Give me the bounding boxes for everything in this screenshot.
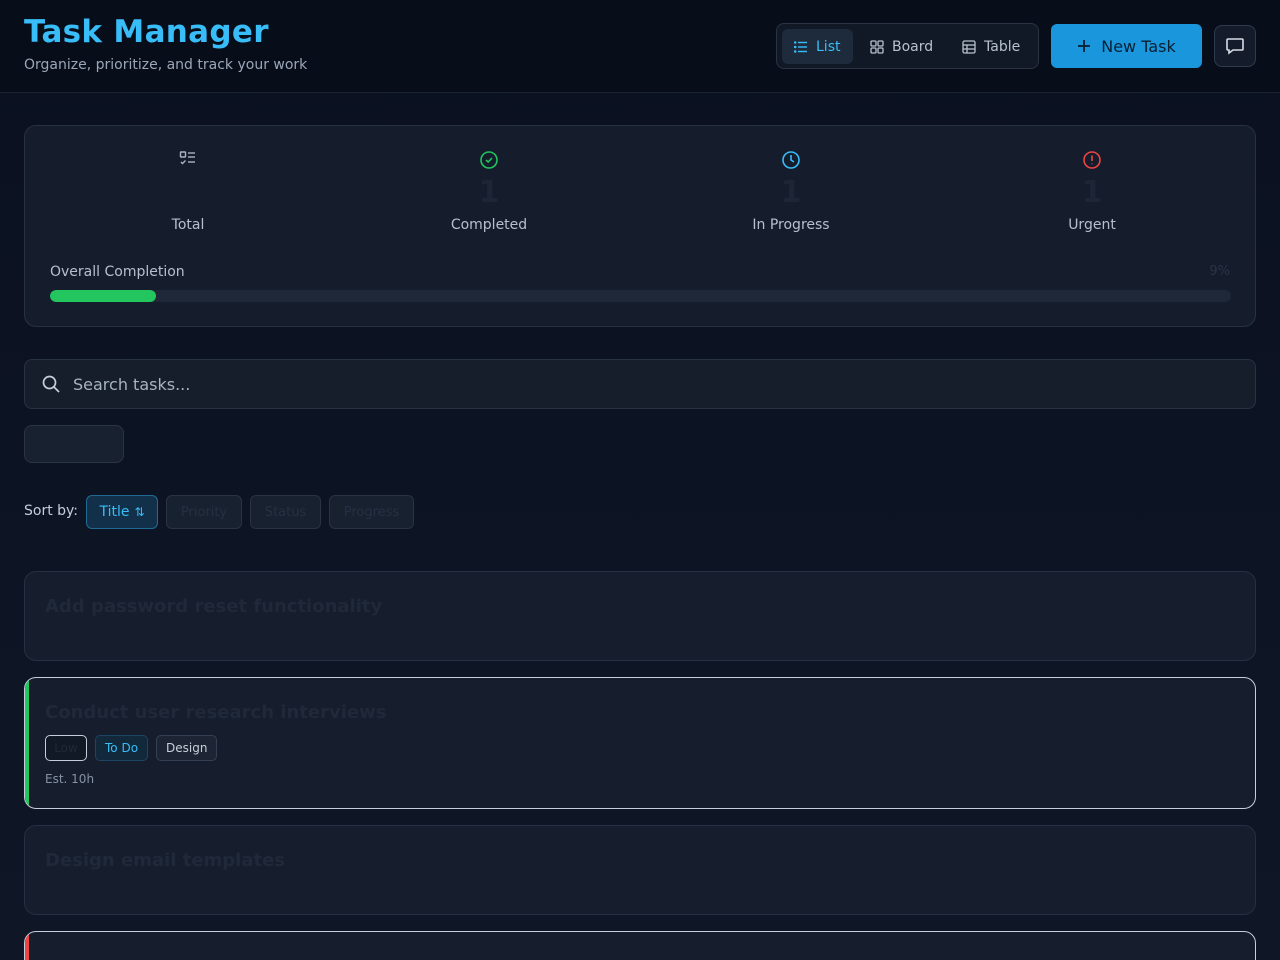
task-title: Add password reset functionality — [45, 596, 383, 617]
stat-urgent-value: 1 — [1081, 175, 1103, 210]
page-title: Task Manager — [24, 14, 269, 50]
task-title: Design email templates — [45, 850, 286, 871]
stat-in-progress: 1 In Progress — [691, 150, 891, 233]
search-input[interactable] — [73, 374, 1173, 394]
alert-circle-icon — [1083, 151, 1101, 169]
page-subtitle: Organize, prioritize, and track your wor… — [24, 57, 308, 73]
new-task-label: New Task — [1101, 36, 1176, 56]
category-badge: Design — [156, 735, 218, 761]
task-accent-bar — [25, 932, 29, 960]
new-task-button[interactable]: New Task — [1051, 24, 1202, 68]
task-title: Conduct user research interviews — [45, 702, 387, 723]
sort-title-button[interactable]: Title ⇅ — [86, 495, 158, 529]
view-board-label: Board — [892, 38, 934, 55]
header: Task Manager Organize, prioritize, and t… — [0, 0, 1280, 93]
task-card[interactable]: Conduct user research interviews Low To … — [24, 677, 1256, 809]
checklist-icon — [179, 151, 195, 165]
stat-completed-label: Completed — [450, 217, 528, 233]
task-manager-app: Task Manager Organize, prioritize, and t… — [0, 0, 1280, 960]
chat-icon — [1226, 38, 1244, 55]
view-switcher: List Board Table — [776, 23, 1039, 69]
stat-completed-value: 1 — [478, 175, 500, 210]
sort-arrows-icon: ⇅ — [134, 505, 145, 519]
task-card[interactable]: Add password reset functionality — [24, 571, 1256, 661]
view-list-button[interactable]: List — [782, 29, 853, 64]
task-accent-bar — [25, 678, 29, 808]
sort-label: Sort by: — [24, 503, 79, 519]
overall-completion-percent: 9% — [1209, 264, 1230, 279]
table-icon — [962, 39, 976, 54]
stat-in-progress-label: In Progress — [752, 217, 830, 233]
sort-progress-button[interactable]: Progress — [329, 495, 414, 529]
search-bar — [24, 359, 1256, 409]
check-circle-icon — [480, 151, 498, 169]
task-card[interactable]: Design email templates — [24, 825, 1256, 915]
chat-button[interactable] — [1214, 25, 1256, 67]
stat-total: Total — [88, 150, 288, 233]
view-table-label: Table — [984, 38, 1021, 55]
stat-total-label: Total — [171, 217, 205, 233]
stat-in-progress-value: 1 — [780, 175, 802, 210]
grid-icon — [870, 39, 884, 54]
filter-button[interactable] — [24, 425, 124, 463]
list-icon — [794, 40, 807, 53]
overall-completion-label: Overall Completion — [50, 264, 185, 280]
view-table-button[interactable]: Table — [950, 29, 1034, 64]
view-list-label: List — [816, 38, 841, 55]
stat-urgent: 1 Urgent — [992, 150, 1192, 233]
sort-title-label: Title — [99, 504, 130, 520]
task-estimate: Est. 10h — [45, 772, 95, 786]
priority-badge: Low — [45, 735, 87, 761]
overall-progress-fill — [50, 290, 157, 302]
stats-panel: Total 1 Completed 1 In Progress 1 Urgent… — [24, 125, 1256, 327]
stat-completed: 1 Completed — [389, 150, 589, 233]
sort-status-button[interactable]: Status — [250, 495, 321, 529]
clock-icon — [782, 151, 800, 169]
overall-progress-bar — [50, 290, 1231, 302]
status-badge: To Do — [95, 735, 149, 761]
stat-urgent-label: Urgent — [1068, 217, 1116, 233]
plus-icon — [1078, 40, 1091, 52]
task-card[interactable] — [24, 931, 1256, 960]
task-tags: Low To Do Design — [45, 735, 225, 761]
sort-priority-button[interactable]: Priority — [166, 495, 242, 529]
view-board-button[interactable]: Board — [858, 29, 944, 64]
search-icon — [42, 375, 60, 393]
stat-total-value — [88, 178, 288, 208]
